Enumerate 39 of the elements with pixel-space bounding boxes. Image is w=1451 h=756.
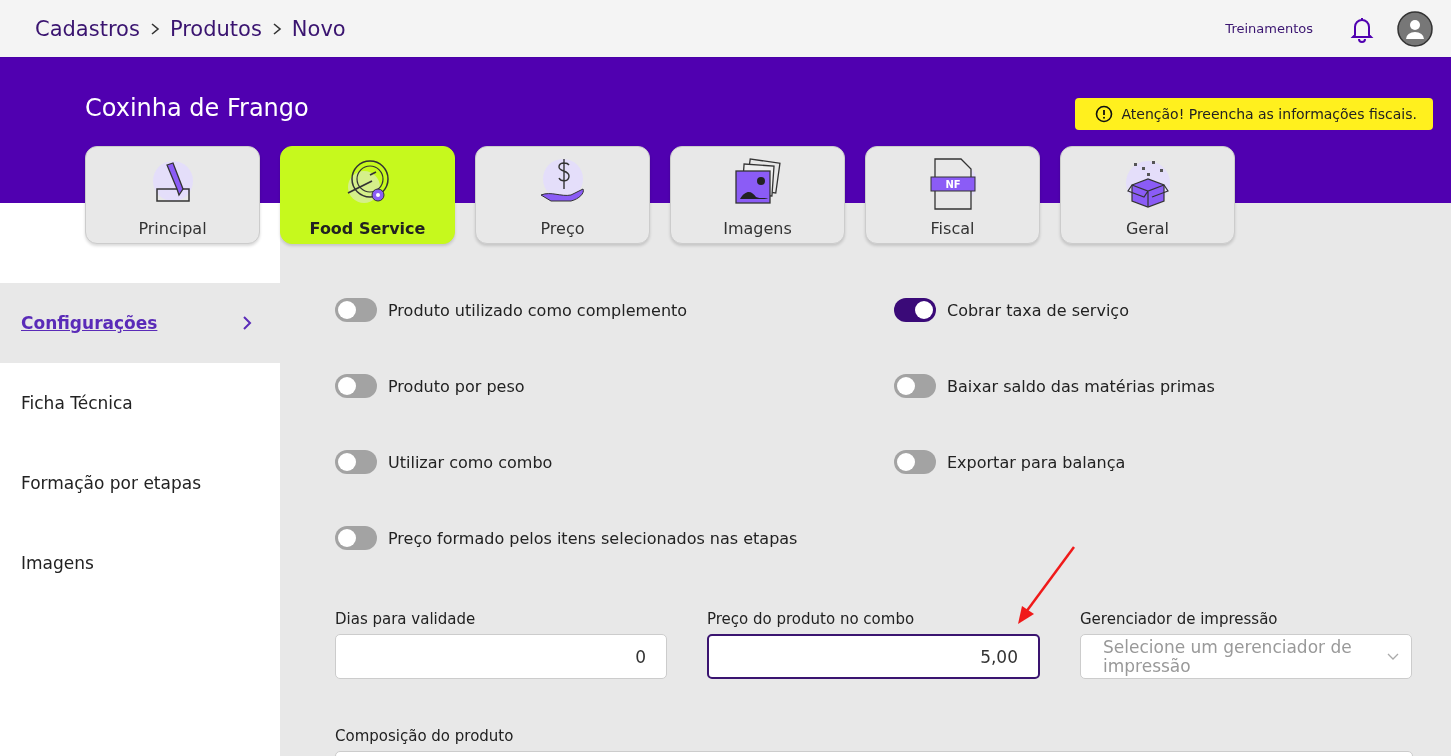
toggle-switch[interactable] [335, 298, 377, 322]
toggle-switch[interactable] [894, 298, 936, 322]
caret-icon [1387, 652, 1399, 661]
toggle-label: Produto por peso [388, 376, 525, 396]
toggle-label: Baixar saldo das matérias primas [947, 376, 1215, 396]
input-field[interactable]: 5,00 [707, 634, 1040, 679]
chevron-icon [242, 315, 252, 331]
toggle-label: Preço formado pelos itens selecionados nas etapas [388, 528, 798, 548]
toggle-switch[interactable] [335, 374, 377, 398]
breadcrumb-link[interactable]: Produtos [169, 16, 262, 41]
warning-icon [1095, 105, 1114, 123]
breadcrumb-link[interactable]: Novo [291, 16, 346, 41]
sidebar-item[interactable]: Configurações [0, 283, 280, 363]
tab[interactable]: Food Service [280, 146, 455, 244]
chevron-icon [149, 21, 160, 36]
field-label: Gerenciador de impressão [1080, 610, 1279, 628]
toggle-label: Exportar para balança [947, 452, 1126, 472]
field-label: Preço do produto no combo [707, 610, 916, 628]
breadcrumb-link[interactable]: Cadastros [35, 16, 140, 41]
tab[interactable]: NF Fiscal [865, 146, 1040, 244]
toggle-switch[interactable] [894, 374, 936, 398]
warning-text: Atenção! Preencha as informações fiscais. [1121, 106, 1417, 122]
toggle-label: Cobrar taxa de serviço [947, 300, 1129, 320]
tab[interactable]: Preço [475, 146, 650, 244]
toggle-label: Utilizar como combo [388, 452, 553, 472]
field-label: Composição do produto [335, 727, 515, 745]
tab[interactable]: Geral [1060, 146, 1235, 244]
input-field[interactable]: 0 [335, 634, 667, 679]
field-label: Dias para validade [335, 610, 477, 628]
avatar-icon[interactable] [1397, 10, 1433, 47]
tab[interactable]: Principal [85, 146, 260, 244]
toggle-switch[interactable] [894, 450, 936, 474]
tab[interactable]: Imagens [670, 146, 845, 244]
toggle-switch[interactable] [335, 450, 377, 474]
chevron-icon [271, 21, 282, 36]
trainings-link[interactable]: Treinamentos [1225, 21, 1313, 36]
toggle-switch[interactable] [335, 526, 377, 550]
product-title: Coxinha de Frango [85, 94, 309, 122]
toggle-label: Produto utilizado como complemento [388, 300, 688, 320]
